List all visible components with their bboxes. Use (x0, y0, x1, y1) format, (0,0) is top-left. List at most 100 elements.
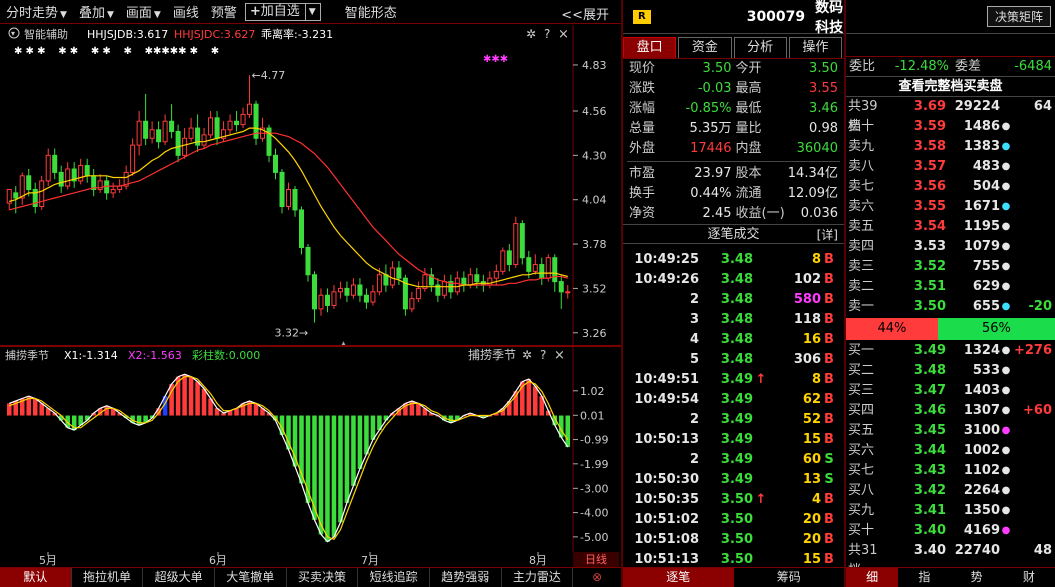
quote-value: 36040 (796, 141, 838, 156)
quote-cell: 总量 5.35万 (627, 119, 734, 139)
candle-body (337, 287, 343, 293)
tab-short-track[interactable]: 短线追踪 (358, 568, 430, 587)
trade-row: 10:49:51 3.49 ↑ 8 B (623, 370, 844, 390)
trades-header: 逐笔成交 [详] (623, 224, 844, 244)
stock-header: R 300079 数码科技 (623, 0, 844, 36)
book-change (1012, 137, 1052, 157)
tab-funds[interactable]: 资金 (678, 37, 732, 58)
tab-trade-decision[interactable]: 买卖决策 (287, 568, 359, 587)
settings-gear-icon[interactable]: ⊗ (573, 568, 621, 587)
tab-chips[interactable]: 筹码 (734, 568, 845, 587)
y-tick-label: 4.04 (582, 194, 607, 207)
candle (253, 100, 259, 146)
trade-time: 10:49:26 (634, 272, 699, 287)
tab-order-book[interactable]: 盘口 (623, 37, 677, 58)
decision-matrix-button[interactable]: 决策矩阵 (986, 6, 1051, 27)
trade-time: 10:50:13 (634, 432, 699, 447)
y-tick-label: 3.26 (582, 327, 607, 340)
y-tick-label: -1.99 (580, 458, 608, 471)
status-dot-icon: ● (1001, 221, 1011, 232)
candle-body (175, 130, 181, 156)
gear-icon[interactable]: ✲ (526, 27, 536, 41)
tab-large-cancel[interactable]: 大笔撤单 (215, 568, 287, 587)
overlay-button[interactable]: 叠加 ▼ (73, 2, 120, 21)
trades-detail-link[interactable]: [详] (817, 225, 838, 245)
candle-body (305, 246, 311, 276)
chevron-down-icon[interactable]: ▼ (304, 3, 316, 20)
book-change (1012, 381, 1052, 401)
y-tick-label: 0.01 (580, 409, 605, 422)
tab-main-radar[interactable]: 主力雷达 (502, 568, 574, 587)
tab-index[interactable]: 指 (898, 568, 950, 587)
expand-button[interactable]: <<展开 (555, 4, 615, 23)
tab-operate[interactable]: 操作 (788, 37, 842, 58)
quote-row: 涨幅 -0.85% 最低 3.46 (627, 99, 840, 119)
gear-icon[interactable]: ✲ (522, 348, 532, 362)
quote-value: 3.50 (809, 61, 838, 76)
quote-row: 涨跌 -0.03 最高 3.55 (627, 79, 840, 99)
help-icon[interactable]: ? (544, 27, 550, 41)
quote-cell: 量比 0.98 (734, 119, 841, 139)
tab-default[interactable]: 默认 (0, 568, 72, 587)
quote-label: 外盘 (629, 141, 656, 156)
status-dot-icon: ● (1001, 241, 1011, 252)
stock-name: 数码科技 (815, 0, 844, 36)
minute-trend-button[interactable]: 分时走势 ▼ (0, 2, 73, 21)
book-label: 卖八 (848, 159, 875, 174)
candle-body (474, 274, 480, 283)
indicator-chart[interactable]: 1.02 0.01 -0.99 -1.99 -3.00 -4.00 -5.00 捕捞季节 X… (0, 347, 621, 552)
book-volume: 1383 (963, 139, 1000, 154)
tab-tick-trades[interactable]: 逐笔 (623, 568, 734, 587)
book-price: 3.50 (913, 299, 946, 314)
trade-row: 10:51:02 3.50 20 B (623, 510, 844, 530)
full-book-button[interactable]: 查看完整档买卖盘 (846, 77, 1055, 97)
tab-finance[interactable]: 财 (1003, 568, 1055, 587)
candle-body (318, 294, 324, 310)
trades-list[interactable]: 10:49:25 3.48 8 B 10:49:26 3.48 102 B 2 3.48 580 B 3… (623, 244, 844, 570)
order-ratio-row: 委比 -12.48% 委差 -6484 (846, 57, 1055, 77)
plus-icon: + (249, 3, 261, 19)
status-dot-icon: ● (1001, 525, 1011, 536)
canvas-button[interactable]: 画面 ▼ (120, 2, 167, 21)
add-watchlist-button[interactable]: + 加自选 ▼ (244, 2, 321, 21)
tab-analysis[interactable]: 分析 (733, 37, 787, 58)
book-label: 买十 (848, 523, 875, 538)
trade-price: 3.49 (720, 472, 753, 487)
help-icon[interactable]: ? (540, 348, 546, 362)
candle-body (201, 134, 207, 146)
book-label: 卖五 (848, 219, 875, 234)
close-icon[interactable]: × (554, 348, 565, 363)
strategy-tabs: 默认 拖拉机单 超级大单 大笔撤单 买卖决策 短线追踪 趋势强弱 主力雷达 ⊗ (0, 567, 621, 587)
daily-period-button[interactable]: 日线 (573, 552, 619, 567)
tab-trend[interactable]: 势 (951, 568, 1003, 587)
close-icon[interactable]: × (558, 27, 569, 42)
tab-trend-strength[interactable]: 趋势强弱 (430, 568, 502, 587)
indicator-x2: X2:-1.563 (128, 349, 182, 362)
trade-time: 2 (689, 452, 699, 467)
candle-body (58, 171, 64, 187)
trade-price: 3.48 (720, 332, 753, 347)
price-chart[interactable]: 4.83 4.56 4.30 4.04 3.78 3.52 3.26 ▾ 智能辅助 HHJS… (0, 25, 621, 350)
candle-body (240, 113, 246, 126)
book-price: 3.58 (913, 139, 946, 154)
quote-value: 14.34亿 (787, 166, 838, 181)
indicator-bar (201, 388, 207, 416)
trade-volume: 62 (802, 392, 821, 407)
status-dot-icon: ● (1001, 345, 1011, 356)
status-dot-icon (1000, 97, 1012, 117)
indicator-x1: X1:-1.314 (64, 349, 118, 362)
book-price: 3.52 (913, 259, 946, 274)
book-price: 3.47 (913, 383, 946, 398)
sell-level-row: 卖八 3.57 483 ● (846, 157, 1055, 177)
indicator-hhjsjdb: HHJSJDB:3.617 (87, 28, 168, 41)
y-tick-label: 1.02 (580, 385, 605, 398)
tab-detail[interactable]: 细 (846, 568, 899, 587)
candle-body (363, 294, 369, 303)
candle-body (539, 264, 545, 279)
tab-super-large[interactable]: 超级大单 (143, 568, 215, 587)
alert-button[interactable]: 预警 (205, 2, 243, 21)
quote-cell: 外盘 17446 (627, 139, 734, 159)
draw-line-button[interactable]: 画线 (167, 2, 205, 21)
tab-tractor[interactable]: 拖拉机单 (72, 568, 144, 587)
smart-form-button[interactable]: 智能形态 (339, 2, 403, 21)
